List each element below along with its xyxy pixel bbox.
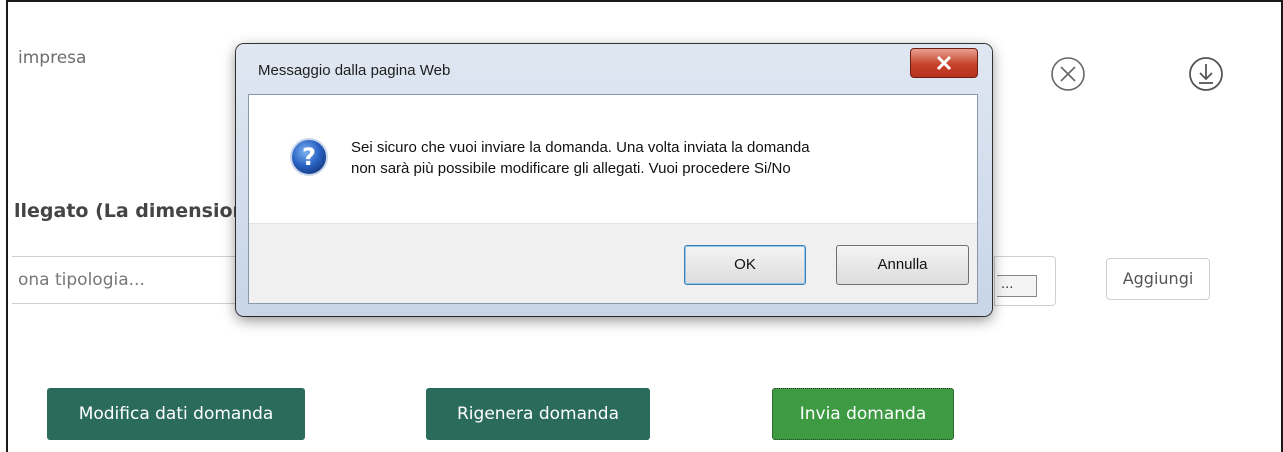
dialog-message-line-1: Sei sicuro che vuoi inviare la domanda. … <box>351 139 810 156</box>
question-icon: ? <box>290 138 328 176</box>
rigenera-domanda-button[interactable]: Rigenera domanda <box>426 388 650 440</box>
dialog-body: ? Sei sicuro che vuoi inviare la domanda… <box>248 94 978 304</box>
file-input[interactable]: ... <box>994 256 1056 306</box>
confirm-dialog: Messaggio dalla pagina Web ? Sei sicuro … <box>236 44 992 316</box>
dialog-title: Messaggio dalla pagina Web <box>258 62 451 79</box>
ok-button[interactable]: OK <box>684 245 806 285</box>
browse-button[interactable]: ... <box>997 275 1037 297</box>
svg-text:?: ? <box>302 143 316 171</box>
modifica-dati-domanda-button[interactable]: Modifica dati domanda <box>47 388 305 440</box>
dialog-close-button[interactable] <box>910 48 978 78</box>
invia-domanda-button[interactable]: Invia domanda <box>772 388 954 440</box>
allegato-section-title: llegato (La dimensior <box>14 200 242 222</box>
aggiungi-button[interactable]: Aggiungi <box>1106 258 1210 300</box>
download-icon[interactable] <box>1186 54 1226 94</box>
impresa-label: impresa <box>18 48 87 68</box>
dialog-message-line-2: non sarà più possibile modificare gli al… <box>351 160 791 177</box>
close-circle-icon[interactable] <box>1048 54 1088 94</box>
tipologia-select[interactable]: ona tipologia... <box>12 256 252 304</box>
dialog-message: Sei sicuro che vuoi inviare la domanda. … <box>351 137 951 179</box>
annulla-button[interactable]: Annulla <box>836 245 969 285</box>
close-icon <box>936 55 952 71</box>
